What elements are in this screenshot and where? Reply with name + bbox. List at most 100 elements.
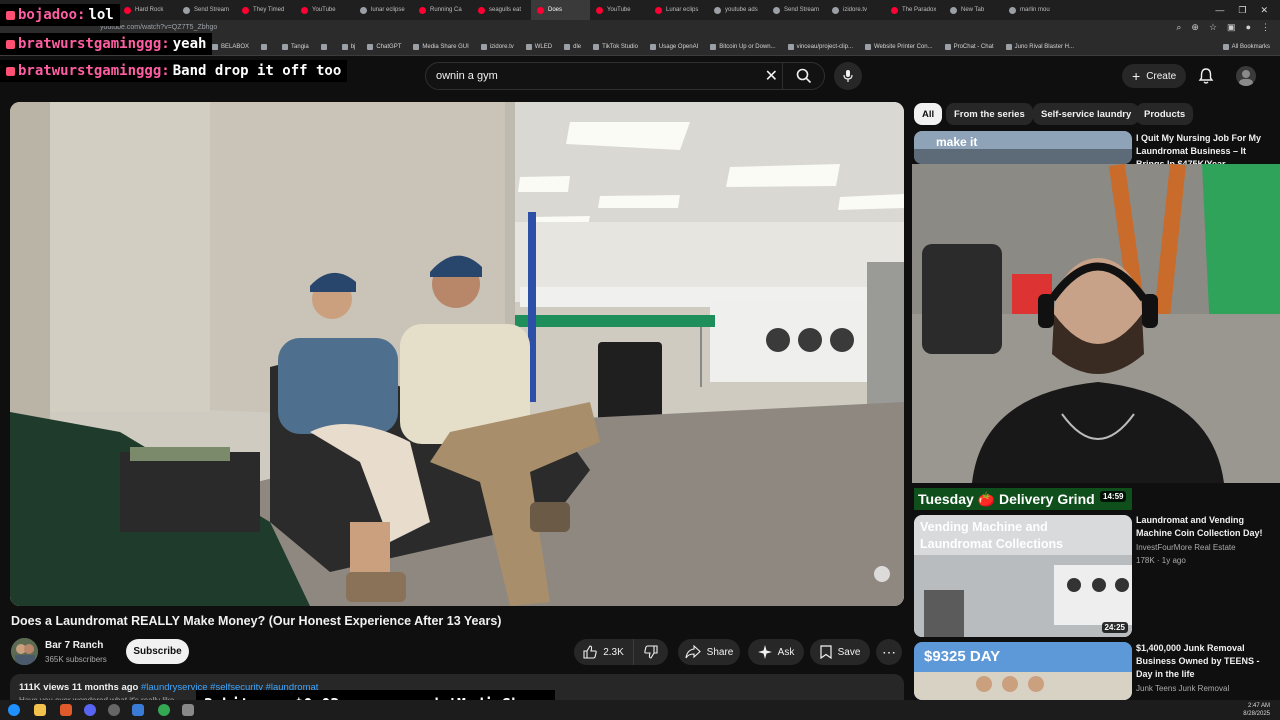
browser-tab[interactable]: YouTube <box>295 0 354 20</box>
bookmark-item[interactable]: Tangia <box>282 43 309 50</box>
chip-products[interactable]: Products <box>1136 103 1194 125</box>
channel-avatar[interactable] <box>11 638 38 665</box>
browser-tab[interactable]: New Tab <box>944 0 1003 20</box>
browser-tab[interactable]: Send Stream <box>767 0 826 20</box>
rec-thumbnail-3[interactable]: Vending Machine and Laundromat Collectio… <box>914 515 1132 637</box>
bookmark-item[interactable]: Bitcoin Up or Down... <box>710 43 776 50</box>
browser-tab[interactable]: youtube ads <box>708 0 767 20</box>
obs-icon[interactable] <box>108 704 120 716</box>
rec-channel-4[interactable]: Junk Teens Junk Removal <box>1136 684 1229 693</box>
browser-tab-label: youtube ads <box>725 7 758 13</box>
profile-icon[interactable]: ● <box>1246 22 1251 33</box>
browser-tab[interactable]: YouTube <box>590 0 649 20</box>
browser-tab[interactable]: They Timed <box>236 0 295 20</box>
rec-thumbnail-1[interactable]: make it <box>914 131 1132 164</box>
browser-tab[interactable]: Send Stream <box>177 0 236 20</box>
like-button[interactable]: 2.3K <box>574 639 634 665</box>
search-box[interactable]: ownin a gym ✕ <box>425 62 825 90</box>
brave-icon[interactable] <box>60 704 72 716</box>
bookmark-item[interactable]: ProChat - Chat <box>944 43 994 50</box>
browser-tab[interactable]: seagulls eat <box>472 0 531 20</box>
account-avatar[interactable] <box>1236 66 1256 86</box>
minimize-icon[interactable]: — <box>1215 5 1224 16</box>
save-button[interactable]: Save <box>810 639 870 665</box>
app-icon[interactable] <box>132 704 144 716</box>
browser-tab[interactable]: Hard Rock <box>118 0 177 20</box>
globe-icon <box>714 6 721 14</box>
bookmark-item[interactable] <box>261 43 270 50</box>
search-icon[interactable]: ⌕ <box>1176 22 1181 33</box>
chrome-icon[interactable] <box>158 704 170 716</box>
star-icon[interactable]: ☆ <box>1209 22 1217 33</box>
bookmark-item[interactable]: dle <box>564 43 581 50</box>
rec-title-4[interactable]: $1,400,000 Junk Removal Business Owned b… <box>1136 642 1270 681</box>
browser-tab[interactable]: The Paradox <box>885 0 944 20</box>
extension-icon[interactable]: ▣ <box>1227 22 1236 33</box>
bookmark-item[interactable]: Juno Rival Blaster H... <box>1005 43 1074 50</box>
browser-tab[interactable]: Does <box>531 0 590 20</box>
app-icon[interactable] <box>182 704 194 716</box>
browser-tab[interactable]: Lunar eclips <box>649 0 708 20</box>
browser-tab[interactable]: marlin mou <box>1003 0 1062 20</box>
voice-search-button[interactable] <box>834 62 862 90</box>
share-button[interactable]: Share <box>678 639 740 665</box>
channel-name[interactable]: Bar 7 Ranch <box>45 640 103 651</box>
bookmark-label: TikTok Studio <box>602 43 638 50</box>
bookmark-item[interactable]: WLED <box>525 43 552 50</box>
bookmark-icon <box>341 43 348 50</box>
chat-badge-icon <box>6 66 15 76</box>
create-button[interactable]: + Create <box>1122 64 1187 88</box>
rec-channel-3[interactable]: InvestFourMore Real Estate <box>1136 543 1236 552</box>
bookmark-label: izidore.tv <box>489 43 514 50</box>
youtube-icon <box>891 6 898 14</box>
bookmark-label: Bitcoin Up or Down... <box>719 43 776 50</box>
bookmark-label: ProChat - Chat <box>953 43 994 50</box>
close-icon[interactable]: ✕ <box>765 66 778 86</box>
system-clock[interactable]: 2:47 AM 8/28/2025 <box>1243 702 1270 718</box>
chip-from-the-series[interactable]: From the series <box>946 103 1033 125</box>
bookmark-icon <box>710 43 717 50</box>
dislike-button[interactable] <box>634 639 668 665</box>
bookmark-item[interactable]: Media Share GUI <box>413 43 469 50</box>
chip-self-service-laundry[interactable]: Self-service laundry <box>1033 103 1140 125</box>
discord-icon[interactable] <box>84 704 96 716</box>
bookmark-item[interactable]: TikTok Studio <box>593 43 638 50</box>
maximize-icon[interactable]: ❐ <box>1238 5 1246 16</box>
start-icon[interactable] <box>8 704 20 716</box>
rec-thumb-text: Vending Machine and Laundromat Collectio… <box>920 520 1064 551</box>
bookmark-item[interactable] <box>320 43 330 50</box>
chat-badge-icon <box>6 10 15 20</box>
browser-tab[interactable]: izidore.tv <box>826 0 885 20</box>
bookmark-item[interactable]: ChatGPT <box>367 43 401 50</box>
more-actions-button[interactable]: ⋯ <box>876 639 902 665</box>
rec-title-1[interactable]: I Quit My Nursing Job For My Laundromat … <box>1136 132 1270 164</box>
ask-button[interactable]: Ask <box>748 639 804 665</box>
bookmark-item[interactable]: Website Printer Con... <box>865 43 933 50</box>
browser-tab[interactable]: lunar eclipse <box>354 0 413 20</box>
search-input[interactable]: ownin a gym <box>436 70 498 82</box>
close-window-icon[interactable]: ✕ <box>1260 5 1268 16</box>
rec-title-3[interactable]: Laundromat and Vending Machine Coin Coll… <box>1136 514 1270 540</box>
chip-all[interactable]: All <box>914 103 943 125</box>
bookmark-item[interactable]: bj <box>341 43 355 50</box>
all-bookmarks-button[interactable]: All Bookmarks <box>1222 43 1280 50</box>
menu-icon[interactable]: ⋮ <box>1261 22 1270 33</box>
rec-thumbnail-4[interactable]: $9325 DAY <box>914 642 1132 700</box>
bookmark-item[interactable]: izidore.tv <box>480 43 514 50</box>
bookmark-item[interactable]: BELABOX <box>212 43 249 50</box>
browser-tab-label: marlin mou <box>1020 7 1050 13</box>
rec-stats-3: 178K · 1y ago <box>1136 556 1186 565</box>
zoom-icon[interactable]: ⊕ <box>1191 22 1199 33</box>
browser-tab-label: YouTube <box>607 7 631 13</box>
address-bar-icons: ⌕ ⊕ ☆ ▣ ● ⋮ <box>1176 22 1270 33</box>
search-button[interactable] <box>782 63 824 89</box>
chat-message: bratwurstgaminggg: yeah <box>0 33 213 55</box>
browser-tab[interactable]: Running Ca <box>413 0 472 20</box>
subscribe-button[interactable]: Subscribe <box>126 639 189 664</box>
search-icon <box>796 68 811 84</box>
bell-icon[interactable] <box>1198 67 1214 85</box>
bookmark-item[interactable]: vinceau/project-clip... <box>787 43 853 50</box>
file-explorer-icon[interactable] <box>34 704 46 716</box>
video-player[interactable] <box>10 102 904 606</box>
bookmark-item[interactable]: Usage OpenAI <box>649 43 698 50</box>
